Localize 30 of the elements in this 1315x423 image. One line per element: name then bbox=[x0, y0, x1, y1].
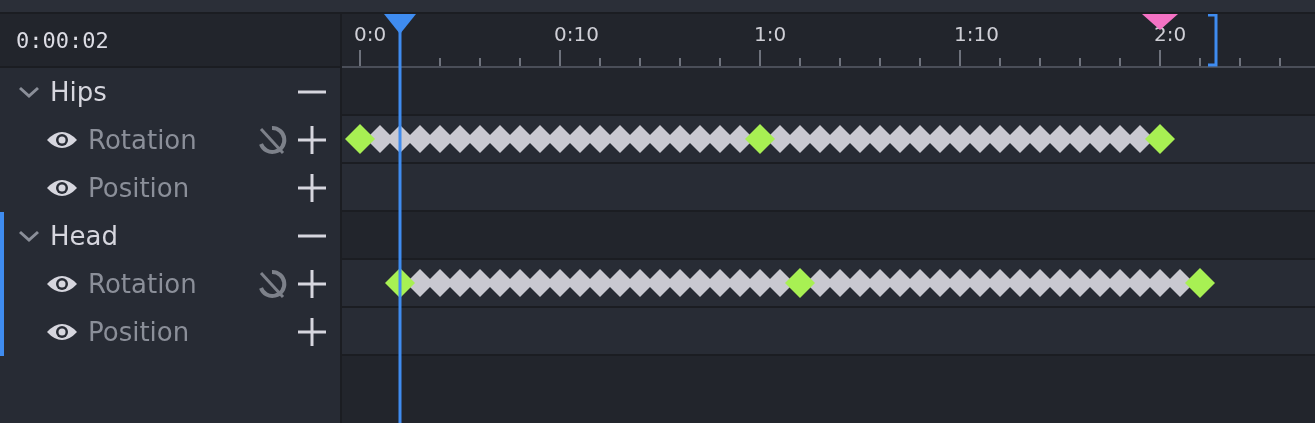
minus-icon[interactable] bbox=[298, 90, 326, 94]
plus-icon[interactable] bbox=[298, 174, 326, 202]
eye-icon[interactable] bbox=[46, 130, 78, 150]
property-name: Rotation bbox=[88, 269, 198, 299]
chevron-icon[interactable] bbox=[18, 229, 40, 243]
rotation-off-icon[interactable] bbox=[256, 268, 288, 300]
plus-icon[interactable] bbox=[298, 318, 326, 346]
eye-icon[interactable] bbox=[46, 274, 78, 294]
property-name: Rotation bbox=[88, 125, 198, 155]
minus-icon[interactable] bbox=[298, 234, 326, 238]
ruler-label: 0:0 bbox=[354, 22, 387, 46]
plus-icon[interactable] bbox=[298, 270, 326, 298]
property-name: Position bbox=[88, 173, 191, 203]
ruler-label: 1:10 bbox=[954, 22, 999, 46]
eye-icon[interactable] bbox=[46, 178, 78, 198]
timecode: 0:00:02 bbox=[16, 27, 109, 53]
chevron-icon[interactable] bbox=[18, 85, 40, 99]
eye-icon[interactable] bbox=[46, 322, 78, 342]
property-name: Position bbox=[88, 317, 191, 347]
keyframe-strip-drawing[interactable] bbox=[344, 123, 1176, 155]
track-name: Hips bbox=[50, 77, 108, 107]
ruler-label: 0:10 bbox=[554, 22, 599, 46]
ruler-label: 1:0 bbox=[754, 22, 787, 46]
plus-icon[interactable] bbox=[298, 126, 326, 154]
range-bracket-icon[interactable] bbox=[1208, 14, 1218, 68]
time-ruler[interactable]: 0:0 0:10 1:0 1:10 2:0 bbox=[342, 14, 1315, 68]
rotation-off-icon[interactable] bbox=[256, 124, 288, 156]
ruler-label: 2:0 bbox=[1154, 22, 1187, 46]
track-name: Head bbox=[50, 221, 119, 251]
keyframe-strip-drawing[interactable] bbox=[384, 267, 1216, 299]
